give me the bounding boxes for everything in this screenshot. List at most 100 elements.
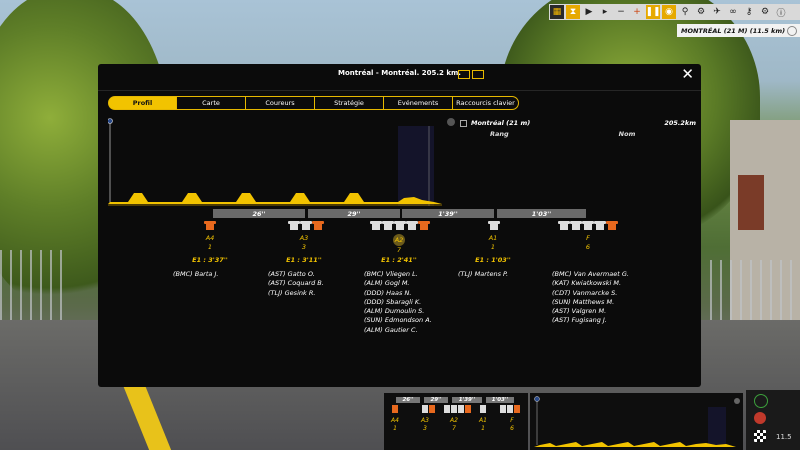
group-time: E1 : 1'03'': [475, 256, 511, 264]
rider-name[interactable]: (KAT) Kwiatkowski M.: [552, 279, 629, 288]
mini-gap-bar: 1'03'': [486, 397, 514, 403]
tab-carte[interactable]: Carte: [177, 96, 246, 110]
mini-gap-bar: 29'': [424, 397, 448, 403]
cyclist-icon[interactable]: ∞: [726, 5, 740, 19]
stage-banner: MONTRÉAL (21 M) (11.5 km): [677, 24, 800, 37]
group-name: F: [586, 234, 590, 242]
stage-distance: 205.2km: [664, 119, 696, 127]
rider-name[interactable]: (CDT) Vanmarcke S.: [552, 289, 629, 298]
close-icon[interactable]: ✕: [681, 67, 694, 82]
jersey-icon[interactable]: [312, 221, 324, 230]
group-count: 1: [207, 243, 213, 251]
mini-jersey-icon: [480, 405, 486, 413]
mini-group-count: 7: [452, 425, 456, 432]
group-label[interactable]: F6: [548, 234, 628, 252]
jersey-icon[interactable]: [406, 221, 418, 230]
jersey-icon[interactable]: [204, 221, 216, 230]
group-label[interactable]: A3 3: [264, 234, 344, 252]
rider-name[interactable]: (SUN) Matthews M.: [552, 298, 629, 307]
rider-name[interactable]: (SUN) Edmondson A.: [364, 316, 432, 325]
mini-jersey-icon: [458, 405, 464, 413]
rank-header: Rang: [490, 130, 509, 138]
tab-evenements[interactable]: Evénements: [384, 96, 453, 110]
jersey-icon[interactable]: [394, 221, 406, 230]
mini-jersey-icon: [514, 405, 520, 413]
name-header: Nom: [618, 130, 636, 138]
finish-flag-icon[interactable]: [754, 430, 766, 442]
plus-icon[interactable]: +: [630, 5, 644, 19]
energy-icon[interactable]: [754, 394, 768, 408]
current-place: Montréal (21 m): [471, 119, 531, 127]
jersey-icon[interactable]: [558, 221, 570, 230]
group-count: 7: [396, 246, 402, 254]
group-name: A4: [205, 234, 215, 242]
rider-name[interactable]: (ALM) Gautier C.: [364, 326, 432, 335]
pause-icon[interactable]: ❚❚: [645, 5, 661, 19]
info-icon[interactable]: ⓘ: [774, 5, 788, 19]
group-time: E1 : 3'11'': [286, 256, 322, 264]
jersey-icon[interactable]: [582, 221, 594, 230]
jersey-icon[interactable]: [488, 221, 500, 230]
helicopter-icon[interactable]: ✈: [710, 5, 724, 19]
group-label-selected[interactable]: A2 7: [359, 234, 439, 255]
jersey-icon[interactable]: [606, 221, 618, 230]
mini-groups-panel[interactable]: 26'' 29'' 1'39'' 1'03'' A4 1 A3 3 A2 7 A1 1 …: [384, 393, 528, 450]
game-toolbar: ▦ ⧗ ▶ ▸ − + ❚❚ ◉ ⚲ ⚙ ✈ ∞ ⚷ ⚙ ⓘ: [549, 4, 800, 20]
rider-name[interactable]: (AST) Gatto O.: [268, 270, 324, 279]
jersey-icon[interactable]: [418, 221, 430, 230]
film-icon[interactable]: [472, 70, 484, 79]
tab-strategie[interactable]: Stratégie: [315, 96, 384, 110]
rider-name[interactable]: (ALM) Dumoulin S.: [364, 307, 432, 316]
rider-name[interactable]: (TLJ) Martens P.: [458, 270, 508, 279]
camera-bike-icon[interactable]: ⚲: [678, 5, 692, 19]
jersey-icon[interactable]: [300, 221, 312, 230]
play-icon[interactable]: ▶: [582, 5, 596, 19]
tab-profil[interactable]: Profil: [108, 96, 177, 110]
compass-icon[interactable]: [787, 25, 797, 36]
heart-rate-icon[interactable]: [754, 412, 766, 424]
jersey-icon[interactable]: [382, 221, 394, 230]
minus-icon[interactable]: −: [614, 5, 628, 19]
rider-name[interactable]: (AST) Valgren M.: [552, 307, 629, 316]
rider-name[interactable]: (ALM) Gogl M.: [364, 279, 432, 288]
mini-jersey-icon: [392, 405, 398, 413]
rider-name[interactable]: (BMC) Vliegen L.: [364, 270, 432, 279]
jersey-icon[interactable]: [570, 221, 582, 230]
mini-profile[interactable]: [530, 393, 743, 450]
group-label[interactable]: A1 1: [453, 234, 533, 252]
location-checkbox[interactable]: [460, 119, 467, 127]
mini-group-name: F: [510, 417, 514, 424]
gap-bar: 26'': [213, 209, 305, 218]
hourglass-icon[interactable]: ⧗: [566, 5, 580, 19]
team-icon[interactable]: ▦: [550, 5, 564, 19]
rider-name[interactable]: (BMC) Barta J.: [173, 270, 218, 279]
gap-bar: 1'39'': [402, 209, 494, 218]
mini-group-name: A3: [421, 417, 429, 424]
motorbike-icon[interactable]: ⚙: [694, 5, 708, 19]
group-label[interactable]: A4 1: [170, 234, 250, 252]
profile-toggle[interactable]: [447, 118, 455, 126]
mini-group-name: A4: [391, 417, 399, 424]
jersey-icon[interactable]: [594, 221, 606, 230]
mini-group: A3 3: [416, 417, 434, 433]
mini-gap-bar: 1'39'': [452, 397, 482, 403]
settings-icon[interactable]: ⚙: [758, 5, 772, 19]
gap-bar: 29'': [308, 209, 400, 218]
rider-name[interactable]: (DDD) Haas N.: [364, 289, 432, 298]
eye-icon[interactable]: ◉: [662, 5, 676, 19]
screen-icon[interactable]: [458, 70, 470, 79]
jersey-icon[interactable]: [288, 221, 300, 230]
mini-jersey-icon: [444, 405, 450, 413]
rider-name[interactable]: (AST) Coquard B.: [268, 279, 324, 288]
mini-profile-graph: [534, 396, 740, 447]
rider-name[interactable]: (BMC) Van Avermaet G.: [552, 270, 629, 279]
gap-bar: 1'03'': [497, 209, 586, 218]
group-count: 6: [585, 243, 591, 251]
tab-raccourcis[interactable]: Raccourcis clavier: [453, 96, 519, 110]
key-icon[interactable]: ⚷: [742, 5, 756, 19]
rider-name[interactable]: (DDD) Sbaragli K.: [364, 298, 432, 307]
jersey-icon[interactable]: [370, 221, 382, 230]
rider-name[interactable]: (AST) Fugisang J.: [552, 316, 629, 325]
tab-coureurs[interactable]: Coureurs: [246, 96, 315, 110]
rider-name[interactable]: (TLJ) Gesink R.: [268, 289, 324, 298]
